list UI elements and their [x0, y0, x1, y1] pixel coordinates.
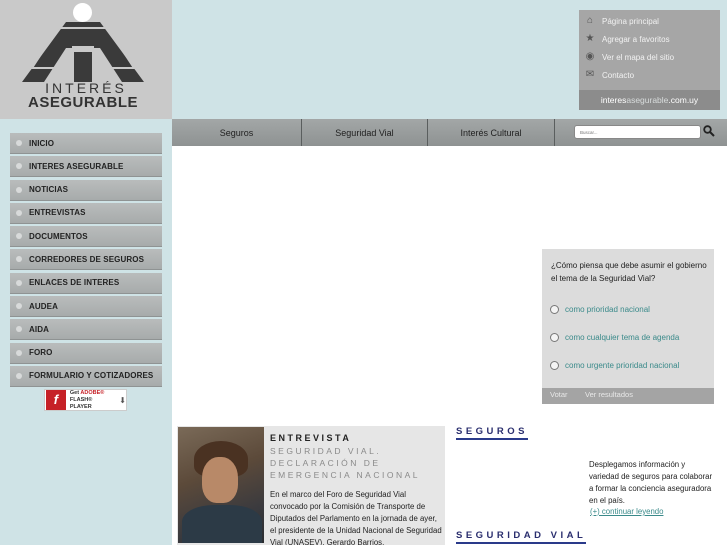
- flash-badge-text: Get ADOBE® FLASH® PLAYER: [69, 389, 105, 410]
- interview-subtitle[interactable]: SEGURIDAD VIAL. DECLARACIÓN DE EMERGENCI…: [270, 445, 440, 481]
- poll-option-label: como cualquier tema de agenda: [565, 333, 680, 342]
- poll-question: ¿Cómo piensa que debe asumir el gobierno…: [551, 261, 707, 283]
- quick-link-home[interactable]: ⌂ Página principal: [585, 15, 659, 27]
- seguros-description: Desplegamos información y variedad de se…: [589, 460, 713, 505]
- bullet-icon: [16, 140, 22, 146]
- quick-link-favorites[interactable]: ★ Agregar a favoritos: [585, 33, 670, 45]
- bullet-icon: [16, 209, 22, 216]
- bullet-icon: [16, 349, 22, 356]
- vote-button[interactable]: Votar: [550, 390, 568, 399]
- sidebar-item-label: INICIO: [29, 138, 55, 148]
- sidebar-item-noticias[interactable]: NOTICIAS: [10, 179, 162, 201]
- bullet-icon: [16, 279, 22, 286]
- bullet-icon: [16, 372, 22, 379]
- interview-photo[interactable]: [178, 427, 264, 543]
- left-column: INTERÉS ASEGURABLE INICIO INTERES ASEGUR…: [0, 0, 172, 545]
- quick-link-contact[interactable]: ✉ Contacto: [585, 69, 634, 81]
- sidebar-item-label: ENLACES DE INTERES: [29, 278, 120, 288]
- sidebar-item-formulario[interactable]: FORMULARIO Y COTIZADORES: [10, 365, 162, 387]
- quick-links-panel: ⌂ Página principal ★ Agregar a favoritos…: [579, 10, 720, 110]
- continue-reading-link[interactable]: (+) continuar leyendo: [590, 507, 663, 516]
- sidebar-item-label: AUDEA: [29, 301, 58, 311]
- sidebar-item-label: AIDA: [29, 324, 49, 334]
- sidebar-item-entrevistas[interactable]: ENTREVISTAS: [10, 202, 162, 224]
- domain-label[interactable]: interesasegurable.com.uy: [579, 90, 720, 110]
- interview-card: ENTREVISTA SEGURIDAD VIAL. DECLARACIÓN D…: [177, 426, 445, 545]
- interview-kicker: ENTREVISTA: [270, 433, 352, 443]
- quick-link-label: Página principal: [602, 16, 659, 26]
- sidebar-item-corredores[interactable]: CORREDORES DE SEGUROS: [10, 249, 162, 271]
- poll-footer: Votar Ver resultados: [542, 388, 714, 404]
- get-flash-player-badge[interactable]: f Get ADOBE® FLASH® PLAYER ⬇: [44, 389, 127, 411]
- tab-seguros[interactable]: Seguros: [172, 119, 301, 146]
- tab-interes-cultural[interactable]: Interés Cultural: [428, 119, 554, 146]
- sitemap-icon: ◉: [585, 51, 595, 62]
- poll-option[interactable]: como prioridad nacional: [550, 305, 650, 314]
- interview-body: En el marco del Foro de Seguridad Vial c…: [270, 490, 442, 545]
- tab-divider: [554, 119, 555, 146]
- top-nav-bar: Seguros Seguridad Vial Interés Cultural: [172, 119, 727, 146]
- flash-logo-icon: f: [46, 390, 66, 410]
- tab-seguridad-vial[interactable]: Seguridad Vial: [302, 119, 427, 146]
- quick-link-sitemap[interactable]: ◉ Ver el mapa del sitio: [585, 51, 674, 63]
- sidebar-item-label: INTERES ASEGURABLE: [29, 161, 124, 171]
- sidebar-item-label: FORMULARIO Y COTIZADORES: [29, 371, 154, 381]
- section-title-seguros[interactable]: SEGUROS: [456, 426, 529, 440]
- bullet-icon: [16, 186, 22, 193]
- quick-link-label: Ver el mapa del sitio: [602, 52, 675, 62]
- search-icon[interactable]: [703, 125, 715, 137]
- sidebar-item-inicio[interactable]: INICIO: [10, 133, 162, 154]
- sidebar-item-label: NOTICIAS: [29, 185, 69, 195]
- poll-option-label: como urgente prioridad nacional: [565, 361, 680, 370]
- sidebar-item-enlaces[interactable]: ENLACES DE INTERES: [10, 272, 162, 294]
- poll-option[interactable]: como cualquier tema de agenda: [550, 333, 679, 342]
- bullet-icon: [16, 163, 22, 170]
- sidebar-item-label: ENTREVISTAS: [29, 208, 86, 218]
- poll-option-label: como prioridad nacional: [565, 305, 650, 314]
- sidebar-item-audea[interactable]: AUDEA: [10, 296, 162, 318]
- bullet-icon: [16, 256, 22, 263]
- search-input[interactable]: [574, 125, 701, 139]
- bullet-icon: [16, 233, 22, 240]
- sidebar-item-aida[interactable]: AIDA: [10, 319, 162, 341]
- poll-option[interactable]: como urgente prioridad nacional: [550, 361, 679, 370]
- sidebar-item-label: CORREDORES DE SEGUROS: [29, 254, 145, 264]
- radio-button[interactable]: [550, 361, 559, 370]
- sidebar-item-label: DOCUMENTOS: [29, 231, 88, 241]
- home-icon: ⌂: [586, 15, 594, 26]
- sidebar-item-interes-asegurable[interactable]: INTERES ASEGURABLE: [10, 156, 162, 178]
- bullet-icon: [16, 303, 22, 310]
- mail-icon: ✉: [585, 69, 595, 80]
- sidebar-nav: INICIO INTERES ASEGURABLE NOTICIAS ENTRE…: [10, 133, 162, 389]
- sidebar-item-label: FORO: [29, 348, 53, 358]
- site-logo[interactable]: INTERÉS ASEGURABLE: [0, 0, 172, 119]
- logo-a-mark-icon: [22, 22, 144, 82]
- radio-button[interactable]: [550, 305, 559, 314]
- section-title-seguridad-vial[interactable]: SEGURIDAD VIAL: [456, 530, 587, 544]
- radio-button[interactable]: [550, 333, 559, 342]
- bullet-icon: [16, 326, 22, 333]
- quick-link-label: Agregar a favoritos: [602, 34, 670, 44]
- sidebar-item-foro[interactable]: FORO: [10, 342, 162, 364]
- download-arrow-icon: ⬇: [119, 395, 126, 405]
- sidebar-item-documentos[interactable]: DOCUMENTOS: [10, 226, 162, 248]
- view-results-link[interactable]: Ver resultados: [585, 390, 633, 399]
- star-icon: ★: [585, 33, 595, 44]
- poll-panel: ¿Cómo piensa que debe asumir el gobierno…: [542, 249, 714, 404]
- quick-link-label: Contacto: [602, 70, 635, 80]
- logo-line2: ASEGURABLE: [27, 94, 138, 111]
